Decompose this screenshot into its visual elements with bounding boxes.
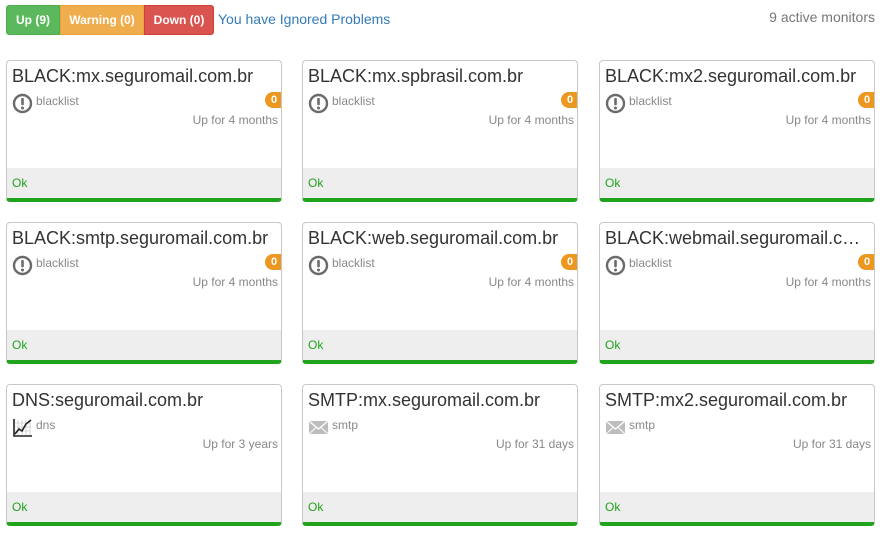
uptime-text: Up for 4 months — [488, 113, 574, 127]
active-monitors-count: 9 active monitors — [769, 9, 875, 25]
exclamation-circle-icon — [308, 255, 329, 276]
monitor-type: blacklist — [629, 94, 672, 108]
status-footer: Ok — [600, 168, 874, 198]
uptime-text: Up for 31 days — [495, 437, 574, 451]
status-footer: Ok — [600, 330, 874, 360]
status-footer: Ok — [303, 492, 577, 522]
line-chart-icon — [12, 417, 33, 438]
status-text: Ok — [605, 176, 621, 190]
status-text: Ok — [12, 500, 28, 514]
monitor-type: smtp — [629, 418, 656, 432]
exclamation-circle-icon — [12, 93, 33, 114]
status-footer: Ok — [303, 168, 577, 198]
problem-count-badge: 0 — [561, 92, 577, 108]
filter-up-button[interactable]: Up (9) — [6, 5, 60, 35]
problem-count-badge: 0 — [265, 92, 281, 108]
uptime-text: Up for 3 years — [202, 437, 278, 451]
monitor-card[interactable]: BLACK:smtp.seguromail.com.br blacklist 0 U… — [6, 222, 282, 364]
monitor-card[interactable]: BLACK:mx.spbrasil.com.br blacklist 0 Up fo… — [302, 60, 578, 202]
monitor-name[interactable]: BLACK:webmail.seguromail.com.br — [605, 228, 868, 249]
status-footer: Ok — [600, 492, 874, 522]
status-text: Ok — [12, 176, 28, 190]
uptime-text: Up for 4 months — [785, 113, 871, 127]
filter-warning-button[interactable]: Warning (0) — [60, 5, 144, 35]
status-text: Ok — [308, 500, 324, 514]
uptime-text: Up for 4 months — [488, 275, 574, 289]
problem-count-badge: 0 — [858, 254, 874, 270]
monitor-name[interactable]: BLACK:mx2.seguromail.com.br — [605, 66, 868, 87]
exclamation-circle-icon — [605, 255, 626, 276]
exclamation-circle-icon — [605, 93, 626, 114]
monitor-type: smtp — [332, 418, 359, 432]
monitor-name[interactable]: BLACK:mx.spbrasil.com.br — [308, 66, 571, 87]
status-text: Ok — [605, 338, 621, 352]
monitor-name[interactable]: SMTP:mx.seguromail.com.br — [308, 390, 571, 411]
problem-count-badge: 0 — [265, 254, 281, 270]
status-text: Ok — [605, 500, 621, 514]
monitor-card[interactable]: BLACK:mx.seguromail.com.br blacklist 0 Up … — [6, 60, 282, 202]
status-footer: Ok — [7, 168, 281, 198]
status-footer: Ok — [303, 330, 577, 360]
monitor-type: blacklist — [36, 94, 79, 108]
uptime-text: Up for 4 months — [192, 113, 278, 127]
monitor-card[interactable]: BLACK:webmail.seguromail.com.br blacklis… — [599, 222, 875, 364]
monitor-card[interactable]: BLACK:mx2.seguromail.com.br blacklist 0 Up… — [599, 60, 875, 202]
problem-count-badge: 0 — [561, 254, 577, 270]
uptime-text: Up for 4 months — [192, 275, 278, 289]
ignored-problems-link[interactable]: You have Ignored Problems — [218, 11, 390, 27]
monitor-name[interactable]: DNS:seguromail.com.br — [12, 390, 275, 411]
uptime-text: Up for 31 days — [792, 437, 871, 451]
exclamation-circle-icon — [308, 93, 329, 114]
monitor-card[interactable]: SMTP:mx2.seguromail.com.br smtp Up for 31… — [599, 384, 875, 526]
status-footer: Ok — [7, 492, 281, 522]
monitor-name[interactable]: SMTP:mx2.seguromail.com.br — [605, 390, 868, 411]
monitor-type: blacklist — [332, 256, 375, 270]
monitor-type: blacklist — [332, 94, 375, 108]
exclamation-circle-icon — [12, 255, 33, 276]
monitor-type: blacklist — [629, 256, 672, 270]
status-text: Ok — [12, 338, 28, 352]
monitor-card[interactable]: DNS:seguromail.com.br dns Up for 3 years O… — [6, 384, 282, 526]
uptime-text: Up for 4 months — [785, 275, 871, 289]
envelope-icon — [308, 417, 329, 438]
status-filter-group: Up (9) Warning (0) Down (0) — [6, 5, 214, 35]
status-text: Ok — [308, 338, 324, 352]
monitor-card[interactable]: BLACK:web.seguromail.com.br blacklist 0 Up… — [302, 222, 578, 364]
monitor-name[interactable]: BLACK:web.seguromail.com.br — [308, 228, 571, 249]
monitor-name[interactable]: BLACK:mx.seguromail.com.br — [12, 66, 275, 87]
problem-count-badge: 0 — [858, 92, 874, 108]
status-footer: Ok — [7, 330, 281, 360]
filter-down-button[interactable]: Down (0) — [144, 5, 214, 35]
monitor-type: dns — [36, 418, 56, 432]
monitor-name[interactable]: BLACK:smtp.seguromail.com.br — [12, 228, 275, 249]
monitor-card[interactable]: SMTP:mx.seguromail.com.br smtp Up for 31 … — [302, 384, 578, 526]
envelope-icon — [605, 417, 626, 438]
status-text: Ok — [308, 176, 324, 190]
monitor-type: blacklist — [36, 256, 79, 270]
